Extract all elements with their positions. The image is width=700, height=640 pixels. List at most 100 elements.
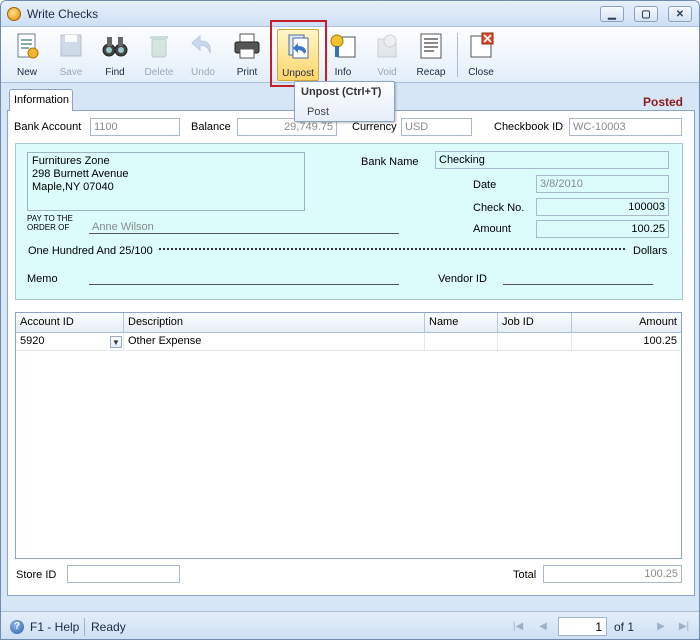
delete-button[interactable]: Delete <box>138 29 180 81</box>
undo-label: Undo <box>191 67 215 78</box>
total-label: Total <box>513 569 537 581</box>
tooltip-title: Unpost (Ctrl+T) <box>301 86 382 98</box>
new-button[interactable]: New <box>6 29 48 81</box>
bank-account-label: Bank Account <box>14 121 82 133</box>
cell-description[interactable]: Other Expense <box>124 333 425 351</box>
account-grid: Account ID Description Name Job ID Amoun… <box>15 312 682 559</box>
title-bar: Write Checks ▁ ▢ ✕ <box>1 1 699 27</box>
new-label: New <box>16 67 37 78</box>
toolbar: New Save Find Delete Undo Print Unpost I… <box>1 27 699 83</box>
maximize-button[interactable]: ▢ <box>634 6 658 22</box>
help-icon[interactable]: ? <box>10 620 24 634</box>
payee-city: Maple,NY 07040 <box>32 181 114 193</box>
previous-page-icon[interactable]: ◀ <box>536 620 550 634</box>
find-label: Find <box>105 67 125 78</box>
chevron-down-icon[interactable]: ▼ <box>110 336 122 348</box>
tab-information[interactable]: Information <box>9 89 73 111</box>
store-id-field[interactable] <box>67 565 180 583</box>
info-label: Info <box>334 67 352 78</box>
pay-to-underline <box>89 233 399 234</box>
void-button[interactable]: Void <box>366 29 408 81</box>
help-shortcut[interactable]: F1 - Help <box>30 620 79 634</box>
info-button[interactable]: Info <box>322 29 364 81</box>
column-description[interactable]: Description <box>124 313 425 333</box>
next-page-icon[interactable]: ▶ <box>654 620 668 634</box>
recycle-bin-icon <box>150 36 168 58</box>
vendor-id-label: Vendor ID <box>438 273 487 285</box>
pay-to-label: PAY TO THE ORDER OF <box>27 214 73 232</box>
cell-amount[interactable]: 100.25 <box>572 333 681 351</box>
store-id-label: Store ID <box>16 569 57 581</box>
undo-icon <box>191 34 211 54</box>
void-icon <box>377 34 397 58</box>
unpost-tooltip: Unpost (Ctrl+T) Post <box>294 81 395 122</box>
bank-account-field[interactable]: 1100 <box>90 118 180 136</box>
balance-label: Balance <box>191 121 231 133</box>
pay-to-value[interactable]: Anne Wilson <box>92 221 154 233</box>
checkbook-id-field[interactable]: WC-10003 <box>569 118 682 136</box>
memo-field[interactable] <box>89 284 399 285</box>
total-field[interactable]: 100.25 <box>543 565 682 583</box>
first-page-icon[interactable]: |◀ <box>511 620 525 634</box>
printer-icon <box>234 33 260 59</box>
tooltip-post-item[interactable]: Post <box>307 106 329 118</box>
info-icon <box>330 34 356 58</box>
bank-name-label: Bank Name <box>361 156 419 168</box>
app-icon <box>7 7 21 21</box>
new-document-icon <box>17 33 39 59</box>
void-label: Void <box>377 67 397 78</box>
pay-to-line1: PAY TO THE <box>27 214 73 223</box>
checkbook-id-label: Checkbook ID <box>494 121 564 133</box>
date-label: Date <box>473 179 497 191</box>
payee-name: Furnitures Zone <box>32 155 110 167</box>
currency-field[interactable]: USD <box>401 118 472 136</box>
bank-name-field[interactable]: Checking <box>435 151 669 169</box>
currency-label: Currency <box>352 121 397 133</box>
amount-label: Amount <box>473 223 511 235</box>
last-page-icon[interactable]: ▶| <box>677 620 691 634</box>
date-field[interactable]: 3/8/2010 <box>536 175 669 193</box>
status-bar: ? F1 - Help Ready |◀ ◀ 1 of 1 ▶ ▶| <box>1 611 699 639</box>
table-row[interactable]: 5920 ▼ Other Expense 100.25 <box>16 333 681 351</box>
close-window-button[interactable]: ✕ <box>668 6 692 22</box>
minimize-icon: ▁ <box>608 8 616 20</box>
grid-header: Account ID Description Name Job ID Amoun… <box>16 313 681 333</box>
recap-button[interactable]: Recap <box>410 29 452 81</box>
save-button[interactable]: Save <box>50 29 92 81</box>
page-count: of 1 <box>614 620 635 634</box>
cell-name[interactable] <box>425 333 498 351</box>
memo-label: Memo <box>27 273 58 285</box>
write-checks-window: Write Checks ▁ ▢ ✕ New Save Find Delete … <box>0 0 700 640</box>
column-amount[interactable]: Amount <box>572 313 681 333</box>
amount-field[interactable]: 100.25 <box>536 220 669 238</box>
page-number-input[interactable]: 1 <box>558 617 607 636</box>
toolbar-separator <box>457 33 458 77</box>
unpost-highlight-frame <box>270 20 327 87</box>
recap-icon <box>420 33 442 59</box>
window-title: Write Checks <box>27 7 99 21</box>
column-account-id[interactable]: Account ID <box>16 313 124 333</box>
check-no-field[interactable]: 100003 <box>536 198 669 216</box>
undo-button[interactable]: Undo <box>182 29 224 81</box>
close-form-icon <box>470 32 494 58</box>
column-job-id[interactable]: Job ID <box>498 313 572 333</box>
find-button[interactable]: Find <box>94 29 136 81</box>
status-badge: Posted <box>643 95 684 109</box>
close-button[interactable]: Close <box>460 29 502 81</box>
check-no-label: Check No. <box>473 202 525 214</box>
binoculars-icon <box>102 37 128 57</box>
save-icon <box>60 34 82 57</box>
cell-account-id[interactable]: 5920 ▼ <box>16 333 124 351</box>
print-button[interactable]: Print <box>226 29 268 81</box>
status-separator <box>84 618 85 636</box>
minimize-button[interactable]: ▁ <box>600 6 624 22</box>
payee-street: 298 Burnett Avenue <box>32 168 129 180</box>
cell-job-id[interactable] <box>498 333 572 351</box>
column-name[interactable]: Name <box>425 313 498 333</box>
close-icon: ✕ <box>675 8 685 20</box>
status-ready: Ready <box>91 620 126 634</box>
amount-dotted-line <box>159 248 625 250</box>
recap-label: Recap <box>416 67 446 78</box>
payee-address-box[interactable]: Furnitures Zone 298 Burnett Avenue Maple… <box>27 152 305 211</box>
vendor-id-field[interactable] <box>503 284 653 285</box>
